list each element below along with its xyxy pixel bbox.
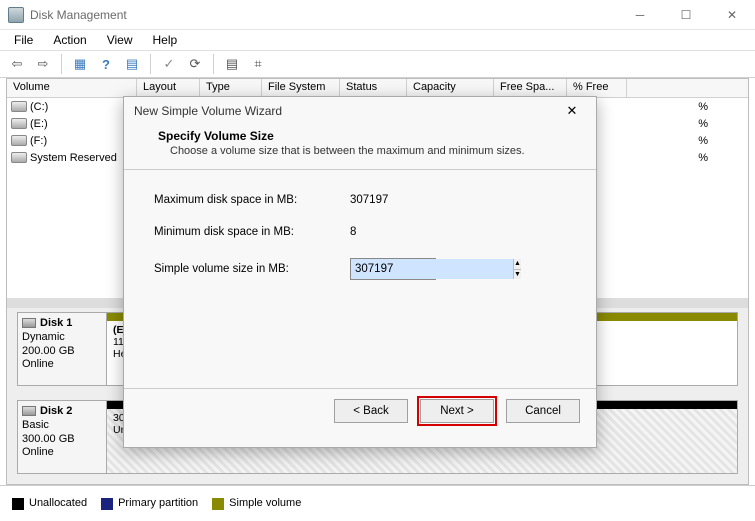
spinner-up-icon[interactable]: ▲ <box>514 259 521 270</box>
disk-info: Disk 1 Dynamic 200.00 GB Online <box>17 312 107 386</box>
menu-file[interactable]: File <box>4 31 43 49</box>
wizard-title-bar: New Simple Volume Wizard ✕ <box>124 97 596 125</box>
maximize-button[interactable]: ☐ <box>663 0 709 30</box>
volume-size-spinner: ▲ ▼ <box>350 258 436 280</box>
toolbar-back-icon[interactable] <box>6 53 28 75</box>
legend: Unallocated Primary partition Simple vol… <box>0 485 755 521</box>
col-type[interactable]: Type <box>200 79 262 97</box>
menu-bar: File Action View Help <box>0 30 755 50</box>
swatch-primary-icon <box>101 498 113 510</box>
toolbar-help-icon[interactable] <box>95 53 117 75</box>
toolbar-settings-icon[interactable] <box>221 53 243 75</box>
col-layout[interactable]: Layout <box>137 79 200 97</box>
col-volume[interactable]: Volume <box>7 79 137 97</box>
disk-icon <box>22 318 36 328</box>
col-capacity[interactable]: Capacity <box>407 79 494 97</box>
max-space-value: 307197 <box>350 194 460 206</box>
toolbar-refresh-icon[interactable] <box>184 53 206 75</box>
toolbar-separator <box>150 54 151 74</box>
app-title: Disk Management <box>30 8 617 22</box>
title-bar: Disk Management ─ ☐ ✕ <box>0 0 755 30</box>
col-status[interactable]: Status <box>340 79 407 97</box>
toolbar-grid-icon[interactable] <box>247 53 269 75</box>
swatch-simple-icon <box>212 498 224 510</box>
toolbar-view-icon[interactable] <box>69 53 91 75</box>
volume-name: (C:) <box>30 101 48 113</box>
app-icon <box>8 7 24 23</box>
wizard-footer: < Back Next > Cancel <box>124 389 596 433</box>
spinner-down-icon[interactable]: ▼ <box>514 270 521 280</box>
wizard-body: Maximum disk space in MB: 307197 Minimum… <box>124 169 596 389</box>
wizard-dialog: New Simple Volume Wizard ✕ Specify Volum… <box>123 96 597 448</box>
next-button[interactable]: Next > <box>420 399 494 423</box>
menu-help[interactable]: Help <box>143 31 188 49</box>
volume-size-label: Simple volume size in MB: <box>154 263 350 275</box>
volume-name: (F:) <box>30 135 47 147</box>
menu-view[interactable]: View <box>97 31 143 49</box>
wizard-header: Specify Volume Size Choose a volume size… <box>124 125 596 169</box>
disk-icon <box>11 118 27 129</box>
toolbar-list-icon[interactable] <box>121 53 143 75</box>
swatch-unallocated-icon <box>12 498 24 510</box>
max-space-label: Maximum disk space in MB: <box>154 194 350 206</box>
toolbar-forward-icon[interactable] <box>32 53 54 75</box>
volume-size-input[interactable] <box>351 259 513 279</box>
volume-name: (E:) <box>30 118 48 130</box>
col-filesystem[interactable]: File System <box>262 79 340 97</box>
cancel-button[interactable]: Cancel <box>506 399 580 423</box>
col-freespace[interactable]: Free Spa... <box>494 79 567 97</box>
toolbar <box>0 50 755 78</box>
wizard-title: New Simple Volume Wizard <box>134 104 558 118</box>
toolbar-check-icon[interactable] <box>158 53 180 75</box>
toolbar-separator <box>61 54 62 74</box>
min-space-label: Minimum disk space in MB: <box>154 226 350 238</box>
menu-action[interactable]: Action <box>43 31 96 49</box>
disk-icon <box>11 101 27 112</box>
disk-icon <box>11 152 27 163</box>
wizard-close-button[interactable]: ✕ <box>558 97 586 125</box>
disk-icon <box>22 406 36 416</box>
volume-name: System Reserved <box>30 152 117 164</box>
disk-icon <box>11 135 27 146</box>
wizard-heading: Specify Volume Size <box>158 129 274 143</box>
minimize-button[interactable]: ─ <box>617 0 663 30</box>
close-button[interactable]: ✕ <box>709 0 755 30</box>
disk-info: Disk 2 Basic 300.00 GB Online <box>17 400 107 474</box>
back-button[interactable]: < Back <box>334 399 408 423</box>
col-pctfree[interactable]: % Free <box>567 79 627 97</box>
toolbar-separator <box>213 54 214 74</box>
min-space-value: 8 <box>350 226 460 238</box>
wizard-subheading: Choose a volume size that is between the… <box>158 145 576 157</box>
